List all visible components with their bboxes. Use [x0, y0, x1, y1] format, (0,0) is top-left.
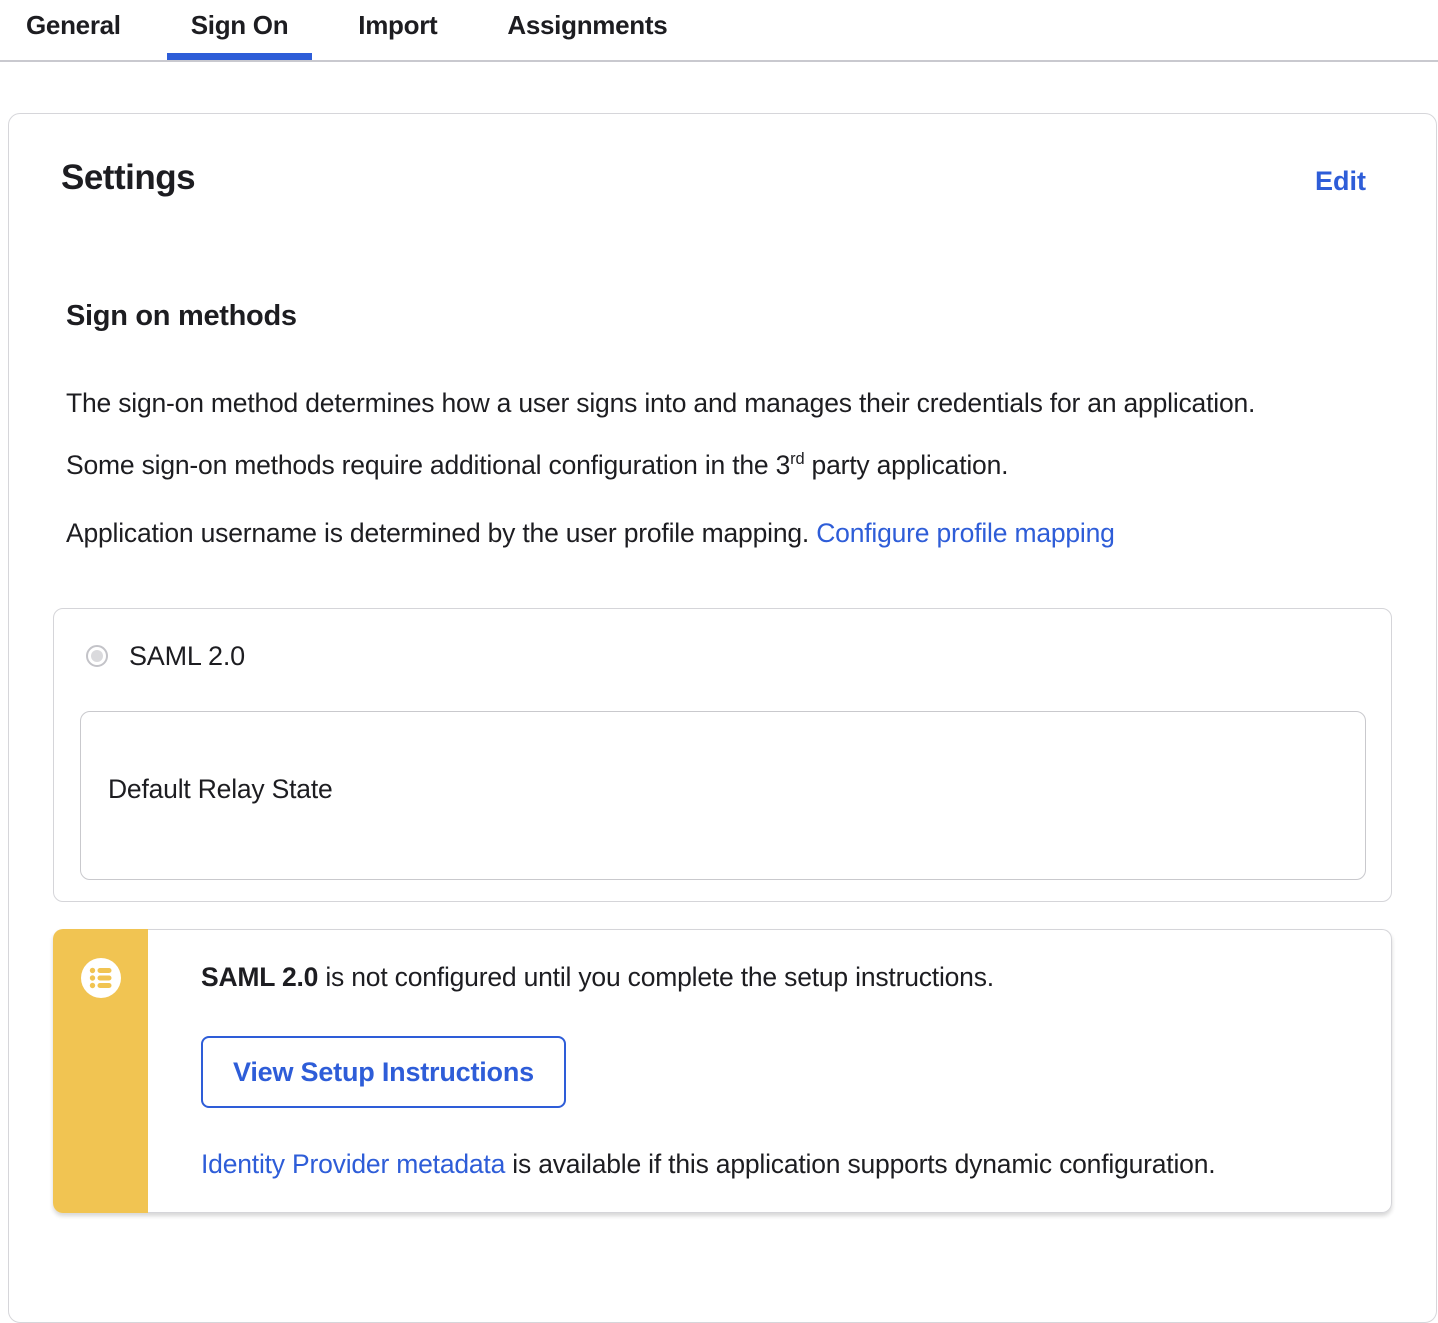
tab-sign-on[interactable]: Sign On: [167, 0, 313, 60]
default-relay-state-field: Default Relay State: [80, 711, 1366, 880]
tab-assignments[interactable]: Assignments: [483, 0, 691, 60]
tab-import[interactable]: Import: [334, 0, 461, 60]
tab-general[interactable]: General: [2, 0, 145, 60]
callout-message: SAML 2.0 is not configured until you com…: [201, 960, 1391, 994]
saml-radio-dot: [91, 650, 103, 662]
callout-content: SAML 2.0 is not configured until you com…: [148, 929, 1392, 1213]
application-username-note: Application username is determined by th…: [66, 505, 1298, 561]
saml-radio-row: SAML 2.0: [54, 609, 1391, 672]
saml-radio-button[interactable]: [86, 645, 108, 667]
configure-profile-mapping-link[interactable]: Configure profile mapping: [816, 518, 1114, 548]
callout-accent-strip: [53, 929, 148, 1213]
idp-metadata-note: Identity Provider metadata is available …: [201, 1149, 1391, 1180]
edit-link[interactable]: Edit: [1315, 166, 1366, 197]
app-tab-bar: General Sign On Import Assignments: [0, 0, 1438, 62]
sign-on-description-text: The sign-on method determines how a user…: [66, 388, 1255, 480]
settings-title: Settings: [61, 158, 195, 198]
settings-card: Settings Edit Sign on methods The sign-o…: [8, 113, 1437, 1323]
sign-on-description: The sign-on method determines how a user…: [66, 375, 1298, 493]
sign-on-methods-heading: Sign on methods: [66, 300, 1392, 333]
ordinal-superscript: rd: [790, 450, 804, 468]
sign-on-description-tail: party application.: [804, 450, 1008, 480]
setup-instructions-list-icon: [81, 958, 121, 998]
saml-radio-label: SAML 2.0: [129, 641, 245, 672]
callout-message-method: SAML 2.0: [201, 962, 318, 992]
application-username-text: Application username is determined by th…: [66, 518, 816, 548]
default-relay-state-label: Default Relay State: [108, 774, 333, 804]
saml-method-box: SAML 2.0 Default Relay State: [53, 608, 1392, 902]
identity-provider-metadata-link[interactable]: Identity Provider metadata: [201, 1149, 505, 1179]
settings-card-header: Settings Edit: [9, 114, 1436, 198]
sign-on-methods-section: Sign on methods The sign-on method deter…: [9, 300, 1436, 1213]
idp-metadata-text: is available if this application support…: [505, 1149, 1215, 1179]
saml-setup-callout: SAML 2.0 is not configured until you com…: [53, 929, 1392, 1213]
view-setup-instructions-button[interactable]: View Setup Instructions: [201, 1036, 566, 1108]
callout-message-text: is not configured until you complete the…: [318, 962, 994, 992]
